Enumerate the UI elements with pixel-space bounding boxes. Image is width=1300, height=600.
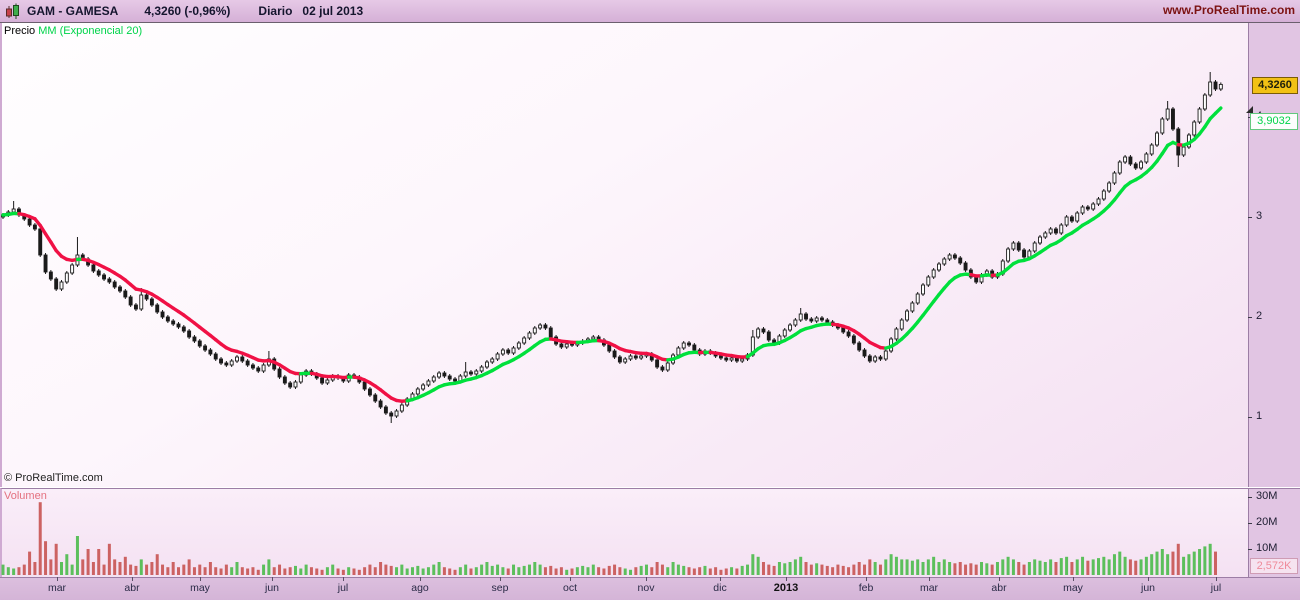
time-tick-mark [866,577,867,581]
time-tick-mark [343,577,344,581]
time-tick-mark [1216,577,1217,581]
volumen-label[interactable]: Volumen [4,490,47,502]
price-tick-mark [1248,317,1252,318]
ma-pointer-icon [1246,106,1253,113]
date-label: 02 jul 2013 [302,4,364,18]
month-label: may [1063,582,1083,594]
time-tick-mark [420,577,421,581]
copyright-label: © ProRealTime.com [4,472,103,484]
prorealtime-site-link[interactable]: www.ProRealTime.com [1163,3,1295,17]
time-tick-mark [720,577,721,581]
month-label: mar [47,582,67,594]
last-price-tag: 4,3260 [1252,77,1298,94]
price-tick-mark [1248,217,1252,218]
time-tick-mark [786,577,787,581]
time-tick-mark [1073,577,1074,581]
time-tick-mark [570,577,571,581]
time-tick-mark [646,577,647,581]
title-bar: GAM - GAMESA 4,3260 (-0,96%) Diario 02 j… [0,0,1300,23]
precio-label: Precio [4,25,36,37]
volume-tick-mark [1248,523,1252,524]
time-tick-mark [500,577,501,581]
month-label: jun [264,582,279,594]
month-label: sep [491,582,509,594]
price-tick-label: 2 [1256,310,1263,322]
volume-tick-label: 10M [1256,542,1278,554]
volume-tick-label: 20M [1256,516,1278,528]
time-tick-mark [929,577,930,581]
volume-chart-surface[interactable] [0,488,1249,578]
month-label: oct [562,582,577,594]
indicator-legend: Precio MM (Exponencial 20) [4,25,142,37]
month-label: abr [991,582,1007,594]
time-tick-mark [57,577,58,581]
ma-legend-label[interactable]: MM (Exponencial 20) [38,25,142,37]
month-label: dic [713,582,727,594]
month-label: nov [637,582,655,594]
last-price-change: 4,3260 (-0,96%) [144,4,231,18]
time-tick-mark [200,577,201,581]
time-tick-mark [132,577,133,581]
month-label: mar [919,582,939,594]
time-tick-mark [272,577,273,581]
price-chart-surface[interactable] [0,23,1249,487]
candlestick-icon [6,3,19,19]
volume-tick-mark [1248,497,1252,498]
price-tick-label: 3 [1256,210,1263,222]
price-tick-mark [1248,417,1252,418]
month-label: jul [1210,582,1222,594]
volume-tick-label: 30M [1256,490,1278,502]
time-tick-mark [999,577,1000,581]
timeframe-label: Diario [258,4,293,18]
prorealtime-window: GAM - GAMESA 4,3260 (-0,96%) Diario 02 j… [0,0,1300,600]
price-tick-label: 1 [1256,410,1263,422]
symbol-title: GAM - GAMESA [27,4,119,18]
month-label: ago [411,582,429,594]
month-label: abr [124,582,140,594]
month-label: jun [1140,582,1155,594]
month-label: 2013 [773,582,799,594]
ma-value-tag: 3,9032 [1250,113,1298,130]
month-label: may [190,582,210,594]
time-tick-mark [1148,577,1149,581]
last-volume-tag: 2,572K [1250,558,1298,574]
month-label: feb [858,582,874,594]
volume-tick-mark [1248,549,1252,550]
month-label: jul [337,582,349,594]
